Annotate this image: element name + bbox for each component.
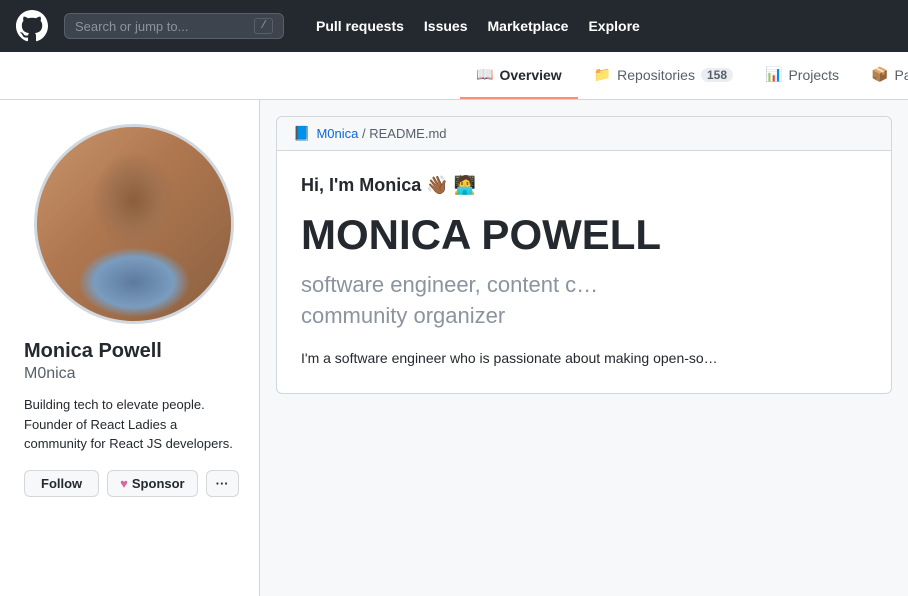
- search-shortcut: /: [254, 18, 273, 34]
- readme-header: 📘 M0nica / README.md: [277, 117, 891, 151]
- search-placeholder: Search or jump to...: [75, 19, 246, 34]
- user-fullname: Monica Powell: [24, 340, 243, 363]
- nav-explore[interactable]: Explore: [580, 12, 647, 40]
- tab-bar: 📖 Overview 📁 Repositories 158 📊 Projects…: [0, 52, 908, 100]
- repositories-icon: 📁: [594, 66, 611, 83]
- avatar: [34, 124, 234, 324]
- readme-greeting: Hi, I'm Monica 👋🏾 🧑‍💻: [301, 175, 867, 196]
- main-nav: Pull requests Issues Marketplace Explore: [308, 12, 648, 40]
- readme-name: MONICA POWELL: [301, 212, 867, 258]
- tab-projects[interactable]: 📊 Projects: [749, 52, 855, 99]
- github-logo: [16, 10, 48, 42]
- content-area: 📘 M0nica / README.md Hi, I'm Monica 👋🏾 🧑…: [260, 100, 908, 596]
- tab-overview[interactable]: 📖 Overview: [460, 52, 578, 99]
- nav-pull-requests[interactable]: Pull requests: [308, 12, 412, 40]
- heart-icon: ♥: [120, 476, 128, 491]
- sidebar: Monica Powell M0nica Building tech to el…: [0, 100, 260, 596]
- user-bio: Building tech to elevate people. Founder…: [24, 395, 243, 454]
- readme-breadcrumb: M0nica / README.md: [316, 126, 446, 141]
- sponsor-button[interactable]: ♥ Sponsor: [107, 470, 197, 497]
- nav-marketplace[interactable]: Marketplace: [480, 12, 577, 40]
- more-button[interactable]: ···: [206, 470, 239, 497]
- tab-repositories[interactable]: 📁 Repositories 158: [578, 52, 749, 99]
- tab-packages-label: Packages: [894, 67, 908, 83]
- action-buttons: Follow ♥ Sponsor ···: [24, 470, 243, 497]
- readme-tagline: software engineer, content c…community o…: [301, 270, 867, 332]
- header: Search or jump to... / Pull requests Iss…: [0, 0, 908, 52]
- overview-icon: 📖: [476, 66, 493, 83]
- tab-packages[interactable]: 📦 Packages: [855, 52, 908, 99]
- follow-button[interactable]: Follow: [24, 470, 99, 497]
- readme-file: README.md: [369, 126, 446, 141]
- tab-projects-label: Projects: [788, 67, 839, 83]
- tab-repositories-label: Repositories: [617, 67, 695, 83]
- search-bar[interactable]: Search or jump to... /: [64, 13, 284, 39]
- sponsor-label: Sponsor: [132, 476, 185, 491]
- readme-card: 📘 M0nica / README.md Hi, I'm Monica 👋🏾 🧑…: [276, 116, 892, 394]
- readme-body: Hi, I'm Monica 👋🏾 🧑‍💻 MONICA POWELL soft…: [277, 151, 891, 393]
- username: M0nica: [24, 365, 243, 383]
- projects-icon: 📊: [765, 66, 782, 83]
- book-icon: 📘: [293, 125, 310, 142]
- readme-bio: I'm a software engineer who is passionat…: [301, 348, 867, 369]
- main-content: Monica Powell M0nica Building tech to el…: [0, 100, 908, 596]
- readme-user: M0nica: [316, 126, 358, 141]
- packages-icon: 📦: [871, 66, 888, 83]
- repositories-count: 158: [701, 68, 733, 82]
- nav-issues[interactable]: Issues: [416, 12, 476, 40]
- tab-overview-label: Overview: [499, 67, 561, 83]
